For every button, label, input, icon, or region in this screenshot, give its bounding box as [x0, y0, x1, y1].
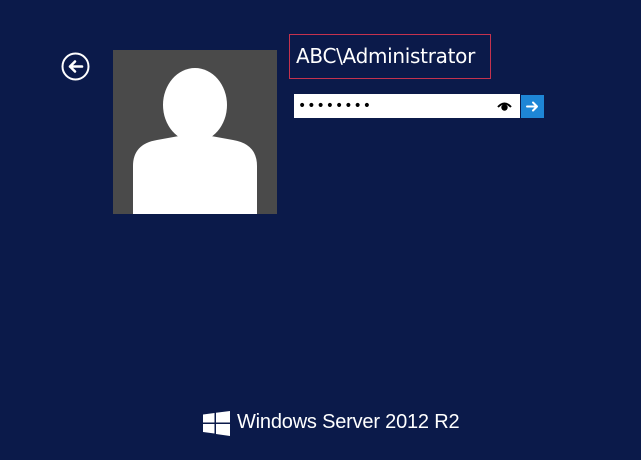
lock-screen: ABC\Administrator Windows Server 2012 R2	[0, 0, 641, 460]
windows-logo-icon	[203, 411, 230, 436]
user-avatar	[113, 50, 277, 214]
user-silhouette-icon	[133, 68, 257, 214]
password-input[interactable]	[298, 95, 488, 117]
submit-button[interactable]	[521, 95, 544, 118]
password-field[interactable]	[294, 94, 520, 118]
username-highlight: ABC\Administrator	[289, 34, 491, 79]
arrow-right-icon	[526, 101, 538, 112]
back-button[interactable]	[61, 52, 90, 81]
product-name: Windows Server 2012 R2	[237, 411, 460, 433]
back-arrow-icon	[61, 52, 90, 81]
eye-icon[interactable]	[497, 99, 512, 113]
username-label: ABC\Administrator	[296, 44, 475, 68]
